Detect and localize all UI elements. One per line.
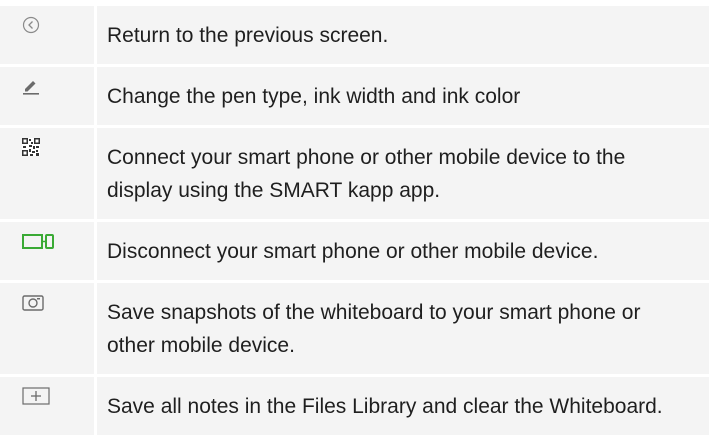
qr-code-icon — [22, 138, 94, 156]
icon-cell — [0, 222, 94, 280]
row-description: Disconnect your smart phone or other mob… — [94, 222, 709, 280]
table-row: Connect your smart phone or other mobile… — [0, 128, 709, 219]
icon-cell — [0, 128, 94, 219]
icon-cell — [0, 67, 94, 125]
table-row: Save all notes in the Files Library and … — [0, 377, 709, 435]
disconnect-device-icon — [22, 232, 94, 250]
camera-icon — [22, 293, 94, 311]
table-row: Return to the previous screen. — [0, 6, 709, 64]
icon-cell — [0, 6, 94, 64]
row-description: Save snapshots of the whiteboard to your… — [94, 283, 709, 374]
pen-icon — [22, 77, 94, 95]
row-description: Return to the previous screen. — [94, 6, 709, 64]
save-clear-icon — [22, 387, 94, 405]
table-row: Save snapshots of the whiteboard to your… — [0, 283, 709, 374]
table-row: Change the pen type, ink width and ink c… — [0, 67, 709, 125]
row-description: Connect your smart phone or other mobile… — [94, 128, 709, 219]
icon-cell — [0, 283, 94, 374]
row-description: Change the pen type, ink width and ink c… — [94, 67, 709, 125]
icon-cell — [0, 377, 94, 435]
row-description: Save all notes in the Files Library and … — [94, 377, 709, 435]
table-row: Disconnect your smart phone or other mob… — [0, 222, 709, 280]
back-circle-icon — [22, 16, 94, 34]
icon-description-table: Return to the previous screen. Change th… — [0, 3, 709, 438]
